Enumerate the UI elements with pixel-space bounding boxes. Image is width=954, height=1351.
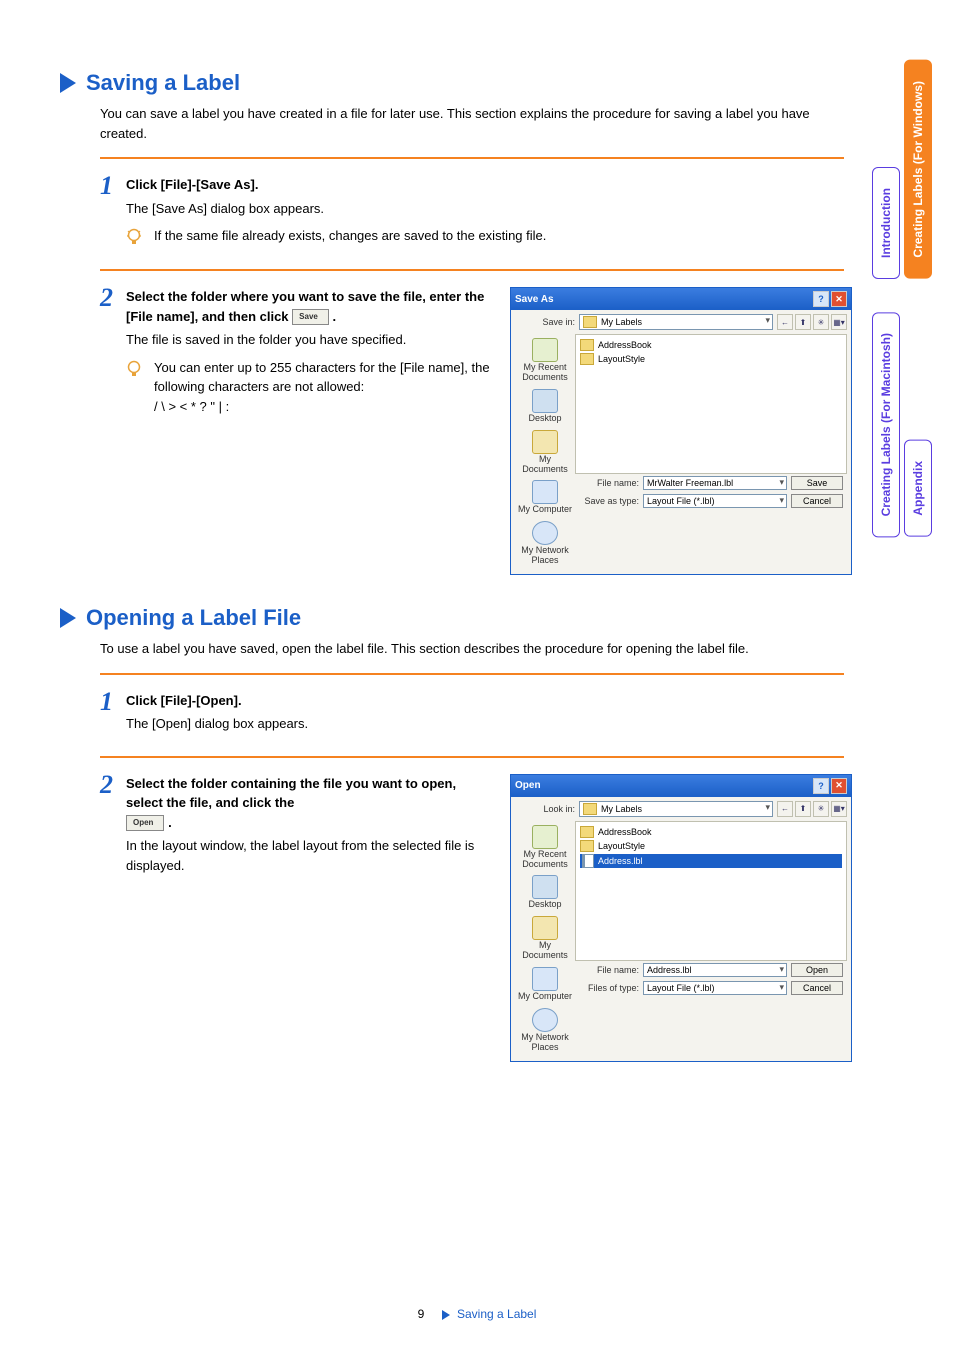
dialog-title: Save As <box>515 294 554 305</box>
save-as-dialog: Save As ? ✕ Save in: My Labels <box>510 287 852 575</box>
triangle-icon <box>60 608 76 628</box>
filename-label: File name: <box>579 478 639 488</box>
divider <box>100 157 844 159</box>
tab-windows[interactable]: Creating Labels (For Windows) <box>904 60 932 279</box>
heading-saving-a-label: Saving a Label <box>60 70 844 96</box>
files-of-type-dropdown[interactable]: Layout File (*.lbl) <box>643 981 787 995</box>
place-mycomp[interactable]: My Computer <box>518 480 572 515</box>
list-item[interactable]: AddressBook <box>580 826 842 838</box>
section1-intro: You can save a label you have created in… <box>100 104 844 143</box>
step1-heading: Click [File]-[Save As]. <box>126 175 844 195</box>
step-number: 2 <box>100 772 126 880</box>
cancel-button[interactable]: Cancel <box>791 981 843 995</box>
folder-icon <box>580 353 594 365</box>
folder-icon <box>580 826 594 838</box>
open-button-inline: Open <box>126 815 164 831</box>
folder-icon <box>583 316 597 328</box>
heading-text: Opening a Label File <box>86 605 301 631</box>
list-item[interactable]: LayoutStyle <box>580 353 842 365</box>
filename-field[interactable]: Address.lbl <box>643 963 787 977</box>
new-folder-icon[interactable]: ✳ <box>813 314 829 330</box>
step2-tip-line1: You can enter up to 255 characters for t… <box>154 358 490 397</box>
list-item-selected[interactable]: Address.lbl <box>580 854 842 868</box>
view-icon[interactable]: ▦▾ <box>831 801 847 817</box>
step-1: 1 Click [File]-[Save As]. The [Save As] … <box>100 175 844 251</box>
list-item[interactable]: AddressBook <box>580 339 842 351</box>
divider <box>100 673 844 675</box>
new-folder-icon[interactable]: ✳ <box>813 801 829 817</box>
file-icon <box>582 854 594 868</box>
place-mydocs[interactable]: My Documents <box>515 430 575 475</box>
open-dialog: Open ? ✕ Look in: My Labels ← <box>510 774 852 1062</box>
close-icon[interactable]: ✕ <box>831 778 847 794</box>
lightbulb-icon <box>126 228 144 251</box>
page-footer: 9 Saving a Label <box>0 1307 954 1321</box>
divider <box>100 269 844 271</box>
save-in-dropdown[interactable]: My Labels <box>579 314 773 330</box>
help-icon[interactable]: ? <box>813 291 829 307</box>
step2-heading: Select the folder where you want to save… <box>126 287 490 326</box>
list-item[interactable]: LayoutStyle <box>580 840 842 852</box>
section2-intro: To use a label you have saved, open the … <box>100 639 844 659</box>
lightbulb-icon <box>126 360 144 417</box>
folder-icon <box>580 840 594 852</box>
open-button[interactable]: Open <box>791 963 843 977</box>
save-in-label: Save in: <box>515 317 575 327</box>
triangle-icon <box>60 73 76 93</box>
save-button[interactable]: Save <box>791 476 843 490</box>
place-mynet[interactable]: My Network Places <box>515 1008 575 1053</box>
cancel-button[interactable]: Cancel <box>791 494 843 508</box>
view-icon[interactable]: ▦▾ <box>831 314 847 330</box>
page-number: 9 <box>418 1307 425 1321</box>
step-number: 1 <box>100 689 126 738</box>
folder-icon <box>580 339 594 351</box>
place-mynet[interactable]: My Network Places <box>515 521 575 566</box>
back-icon[interactable]: ← <box>777 314 793 330</box>
tab-macintosh[interactable]: Creating Labels (For Macintosh) <box>872 312 900 537</box>
folder-icon <box>583 803 597 815</box>
look-in-dropdown[interactable]: My Labels <box>579 801 773 817</box>
place-recent[interactable]: My Recent Documents <box>515 825 575 870</box>
tab-appendix[interactable]: Appendix <box>904 440 932 537</box>
divider <box>100 756 844 758</box>
open-step2-heading: Select the folder containing the file yo… <box>126 774 490 833</box>
place-mydocs[interactable]: My Documents <box>515 916 575 961</box>
files-of-type-label: Files of type: <box>579 983 639 993</box>
close-icon[interactable]: ✕ <box>831 291 847 307</box>
open-step1-heading: Click [File]-[Open]. <box>126 691 844 711</box>
filename-field[interactable]: MrWalter Freeman.lbl <box>643 476 787 490</box>
help-icon[interactable]: ? <box>813 778 829 794</box>
triangle-icon <box>442 1310 450 1320</box>
step1-tip: If the same file already exists, changes… <box>154 226 844 251</box>
filename-label: File name: <box>579 965 639 975</box>
file-list[interactable]: AddressBook LayoutStyle <box>575 334 847 474</box>
step1-desc: The [Save As] dialog box appears. <box>126 199 844 219</box>
up-icon[interactable]: ⬆ <box>795 314 811 330</box>
step-1: 1 Click [File]-[Open]. The [Open] dialog… <box>100 691 844 738</box>
footer-crumb: Saving a Label <box>457 1307 536 1321</box>
place-mycomp[interactable]: My Computer <box>518 967 572 1002</box>
tab-introduction[interactable]: Introduction <box>872 167 900 279</box>
save-button-inline: Save <box>292 309 329 325</box>
back-icon[interactable]: ← <box>777 801 793 817</box>
open-step2-desc: In the layout window, the label layout f… <box>126 836 490 875</box>
heading-opening-a-label-file: Opening a Label File <box>60 605 844 631</box>
open-step1-desc: The [Open] dialog box appears. <box>126 714 844 734</box>
file-list[interactable]: AddressBook LayoutStyle Address.lbl <box>575 821 847 961</box>
place-desktop[interactable]: Desktop <box>528 875 561 910</box>
save-as-type-label: Save as type: <box>579 496 639 506</box>
step-number: 2 <box>100 285 126 416</box>
step-number: 1 <box>100 173 126 251</box>
heading-text: Saving a Label <box>86 70 240 96</box>
look-in-label: Look in: <box>515 804 575 814</box>
step2-desc: The file is saved in the folder you have… <box>126 330 490 350</box>
step2-tip-line2: / \ > < * ? " | : <box>154 397 490 417</box>
save-as-type-dropdown[interactable]: Layout File (*.lbl) <box>643 494 787 508</box>
place-recent[interactable]: My Recent Documents <box>515 338 575 383</box>
place-desktop[interactable]: Desktop <box>528 389 561 424</box>
up-icon[interactable]: ⬆ <box>795 801 811 817</box>
dialog-title: Open <box>515 780 541 791</box>
